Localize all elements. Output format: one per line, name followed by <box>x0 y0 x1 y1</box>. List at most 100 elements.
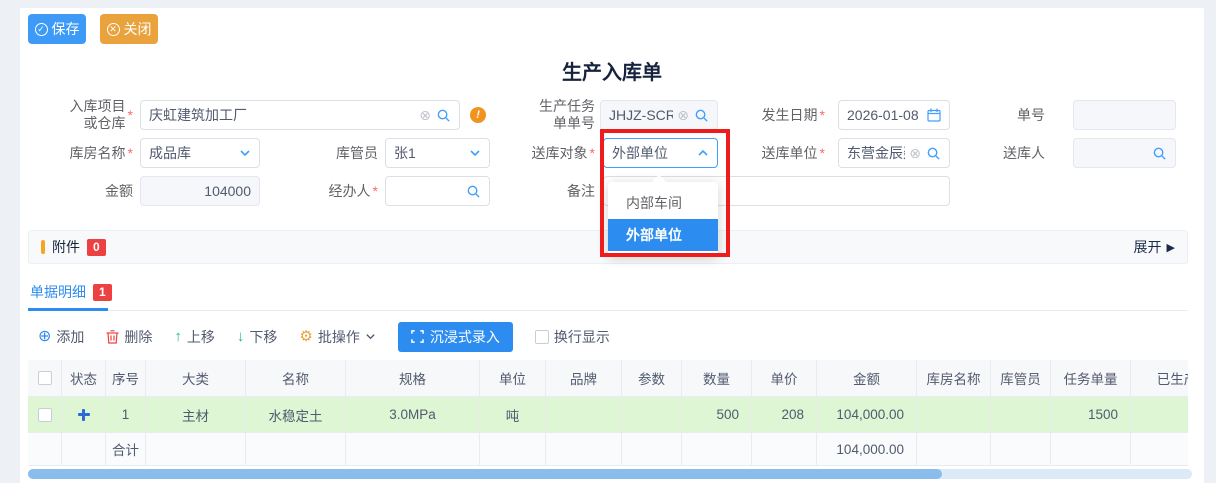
move-down-button[interactable]: ↓ 下移 <box>237 327 278 347</box>
row-category[interactable]: 主材 <box>146 397 246 432</box>
header-checkbox-cell <box>28 360 62 396</box>
col-header: 参数 <box>622 360 682 396</box>
target-dropdown-panel: 内部车间 外部单位 <box>608 182 718 256</box>
wrap-checkbox[interactable] <box>535 330 549 344</box>
wrap-display-toggle[interactable]: 换行显示 <box>535 327 610 347</box>
tab-detail[interactable]: 单据明细 1 <box>30 282 112 302</box>
row-produced <box>1131 397 1188 432</box>
total-label: 合计 <box>106 433 146 465</box>
search-icon[interactable] <box>1152 146 1167 161</box>
horizontal-scrollbar-thumb[interactable] <box>28 469 942 479</box>
immersive-entry-button[interactable]: 沉浸式录入 <box>398 322 513 352</box>
col-header: 名称 <box>246 360 346 396</box>
amount-field[interactable]: 104000 <box>140 176 260 206</box>
col-header: 规格 <box>346 360 480 396</box>
date-value: 2026-01-08 <box>847 107 922 123</box>
row-name[interactable]: 水稳定土 <box>246 397 346 432</box>
keeper-value: 张1 <box>394 143 464 163</box>
project-value: 庆虹建筑加工厂 <box>149 105 415 125</box>
sender-field[interactable] <box>1073 138 1176 168</box>
warehouse-select[interactable]: 成品库 <box>140 138 260 168</box>
detail-table: 状态 序号 大类 名称 规格 单位 品牌 参数 数量 单价 金额 库房名称 库管… <box>28 360 1188 468</box>
row-keeper[interactable] <box>991 397 1051 432</box>
expand-button[interactable]: 展开 ▶ <box>1134 237 1175 257</box>
col-header: 序号 <box>106 360 146 396</box>
clear-icon[interactable]: ⊗ <box>909 146 921 160</box>
page-container: ✓ 保存 ✕ 关闭 生产入库单 入库项目或仓库 * 庆虹建筑加工厂 ⊗ ! 生产… <box>20 8 1204 483</box>
row-status-cell <box>62 397 106 432</box>
target-select[interactable]: 外部单位 <box>603 138 718 168</box>
arrow-down-icon: ↓ <box>237 329 245 344</box>
task-no-label: 生产任务单单号 <box>525 100 595 130</box>
send-unit-value: 东营金辰建 <box>847 143 905 163</box>
chevron-down-icon[interactable] <box>239 147 251 159</box>
chevron-down-icon <box>365 331 376 342</box>
task-no-value: JHJZ-SCRV <box>609 107 673 123</box>
clear-icon[interactable]: ⊗ <box>419 108 431 122</box>
search-icon[interactable] <box>466 184 481 199</box>
doc-no-field[interactable] <box>1073 100 1176 130</box>
doc-no-label: 单号 <box>990 100 1045 130</box>
table-total-row: 合计 104,000.00 <box>28 433 1188 466</box>
col-header: 库房名称 <box>917 360 991 396</box>
table-row[interactable]: 1 主材 水稳定土 3.0MPa 吨 500 208 104,000.00 15… <box>28 397 1188 433</box>
task-no-field[interactable]: JHJZ-SCRV ⊗ <box>600 100 718 130</box>
chevron-up-icon[interactable] <box>697 147 709 159</box>
close-button[interactable]: ✕ 关闭 <box>100 14 158 44</box>
move-up-button[interactable]: ↑ 上移 <box>174 327 215 347</box>
row-unit[interactable]: 吨 <box>480 397 546 432</box>
row-price[interactable]: 208 <box>752 397 817 432</box>
row-amount: 104,000.00 <box>817 397 917 432</box>
row-checkbox[interactable] <box>38 408 52 422</box>
col-header: 单价 <box>752 360 817 396</box>
amount-value: 104000 <box>149 183 251 199</box>
add-row-button[interactable]: ⊕ 添加 <box>38 327 84 347</box>
close-button-label: 关闭 <box>124 19 152 39</box>
row-warehouse[interactable] <box>917 397 991 432</box>
attachments-count-badge: 0 <box>87 239 106 256</box>
delete-row-button[interactable]: 删除 <box>106 327 152 347</box>
plus-circle-icon: ⊕ <box>38 329 51 345</box>
trash-icon <box>106 330 119 344</box>
clear-icon[interactable]: ⊗ <box>677 108 689 122</box>
row-seq: 1 <box>106 397 146 432</box>
plus-status-icon[interactable] <box>78 409 90 421</box>
triangle-right-icon: ▶ <box>1167 241 1175 254</box>
row-param[interactable] <box>622 397 682 432</box>
batch-ops-button[interactable]: ⚙ 批操作 <box>299 327 375 347</box>
row-brand[interactable] <box>546 397 622 432</box>
agent-field[interactable] <box>385 176 490 206</box>
chevron-down-icon[interactable] <box>469 147 481 159</box>
fullscreen-icon <box>411 330 424 343</box>
send-unit-field[interactable]: 东营金辰建 ⊗ <box>838 138 950 168</box>
amount-label: 金额 <box>30 176 133 206</box>
row-spec[interactable]: 3.0MPa <box>346 397 480 432</box>
search-icon[interactable] <box>694 108 709 123</box>
tab-active-indicator <box>28 308 108 311</box>
row-task-qty: 1500 <box>1051 397 1131 432</box>
search-icon[interactable] <box>926 146 941 161</box>
info-icon[interactable]: ! <box>469 106 488 125</box>
date-field[interactable]: 2026-01-08 <box>838 100 950 130</box>
search-icon[interactable] <box>436 108 451 123</box>
save-button[interactable]: ✓ 保存 <box>28 14 86 44</box>
date-label: 发生日期* <box>750 100 825 130</box>
page-title: 生产入库单 <box>20 56 1204 85</box>
keeper-select[interactable]: 张1 <box>385 138 490 168</box>
col-header: 已生产入库 <box>1131 360 1188 396</box>
warehouse-value: 成品库 <box>149 143 234 163</box>
col-header: 库管员 <box>991 360 1051 396</box>
dropdown-option-internal[interactable]: 内部车间 <box>608 187 718 219</box>
section-marker <box>41 240 45 254</box>
calendar-icon[interactable] <box>927 108 941 122</box>
total-amount: 104,000.00 <box>817 433 917 465</box>
select-all-checkbox[interactable] <box>38 371 52 385</box>
project-field[interactable]: 庆虹建筑加工厂 ⊗ <box>140 100 460 130</box>
dropdown-option-external[interactable]: 外部单位 <box>608 219 718 251</box>
warehouse-label: 库房名称* <box>30 138 133 168</box>
agent-label: 经办人* <box>320 176 378 206</box>
row-qty[interactable]: 500 <box>682 397 752 432</box>
required-star: * <box>128 107 133 123</box>
horizontal-scrollbar[interactable] <box>28 469 1192 479</box>
col-header: 大类 <box>146 360 246 396</box>
